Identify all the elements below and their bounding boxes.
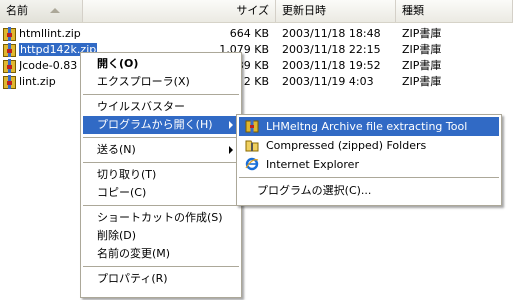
file-row[interactable]: htmllint.zip 664 KB 2003/11/18 18:48 ZIP… (0, 26, 513, 42)
submenu-arrow-icon (229, 146, 233, 154)
zip-file-icon (3, 27, 16, 41)
menu-create-shortcut[interactable]: ショートカットの作成(S) (83, 209, 239, 227)
internet-explorer-icon (245, 157, 259, 171)
context-menu: 開く(O) エクスプローラ(X) ウイルスバスター プログラムから開く(H) 送… (80, 52, 242, 298)
submenu-choose-program[interactable]: プログラムの選択(C)... (239, 181, 499, 200)
menu-explorer[interactable]: エクスプローラ(X) (83, 73, 239, 91)
lhmelting-icon (245, 119, 259, 133)
menu-properties[interactable]: プロパティ(R) (83, 270, 239, 288)
file-modified: 2003/11/19 4:03 (282, 75, 374, 88)
file-type: ZIP書庫 (402, 75, 442, 88)
submenu-arrow-icon (229, 121, 233, 129)
file-row-selected[interactable]: httpd142k.zip 1,079 KB 2003/11/18 22:15 … (0, 42, 513, 58)
submenu-compressed-folders[interactable]: Compressed (zipped) Folders (239, 136, 499, 155)
file-row[interactable]: lint.zip 2 KB 2003/11/19 4:03 ZIP書庫 (0, 74, 513, 90)
file-type: ZIP書庫 (402, 59, 442, 72)
submenu-lhmelting[interactable]: LHMeltng Archive file extracting Tool (239, 117, 499, 136)
menu-separator (83, 94, 239, 95)
column-header: 名前 サイズ 更新日時 種類 (0, 0, 513, 23)
menu-separator (83, 205, 239, 206)
menu-cut[interactable]: 切り取り(T) (83, 166, 239, 184)
file-type: ZIP書庫 (402, 43, 442, 56)
menu-rename[interactable]: 名前の変更(M) (83, 245, 239, 263)
file-name: htmllint.zip (19, 27, 81, 40)
menu-send-to[interactable]: 送る(N) (83, 141, 239, 159)
menu-open[interactable]: 開く(O) (83, 55, 239, 73)
zip-folder-icon (245, 138, 259, 152)
menu-virusbuster[interactable]: ウイルスバスター (83, 98, 239, 116)
file-name: Jcode-0.83 (19, 59, 78, 72)
open-with-submenu: LHMeltng Archive file extracting Tool Co… (236, 114, 502, 206)
file-name: lint.zip (19, 75, 56, 88)
column-modified[interactable]: 更新日時 (276, 0, 396, 22)
file-modified: 2003/11/18 22:15 (282, 43, 381, 56)
menu-delete[interactable]: 削除(D) (83, 227, 239, 245)
file-size: 2 KB (243, 75, 269, 88)
menu-separator (83, 137, 239, 138)
zip-file-icon (3, 75, 16, 89)
menu-separator (83, 266, 239, 267)
menu-separator (239, 177, 499, 178)
file-modified: 2003/11/18 19:52 (282, 59, 381, 72)
column-size[interactable]: サイズ (83, 0, 276, 22)
zip-file-icon (3, 59, 16, 73)
menu-separator (83, 162, 239, 163)
zip-file-icon (3, 43, 16, 57)
menu-copy[interactable]: コピー(C) (83, 184, 239, 202)
sort-ascending-icon (50, 8, 60, 13)
submenu-internet-explorer[interactable]: Internet Explorer (239, 155, 499, 174)
column-type[interactable]: 種類 (396, 0, 513, 22)
file-type: ZIP書庫 (402, 27, 442, 40)
file-size: 664 KB (229, 27, 269, 40)
file-modified: 2003/11/18 18:48 (282, 27, 381, 40)
file-row[interactable]: Jcode-0.83 39 KB 2003/11/18 19:52 ZIP書庫 (0, 58, 513, 74)
menu-open-with[interactable]: プログラムから開く(H) (83, 116, 239, 134)
column-name[interactable]: 名前 (0, 0, 83, 22)
